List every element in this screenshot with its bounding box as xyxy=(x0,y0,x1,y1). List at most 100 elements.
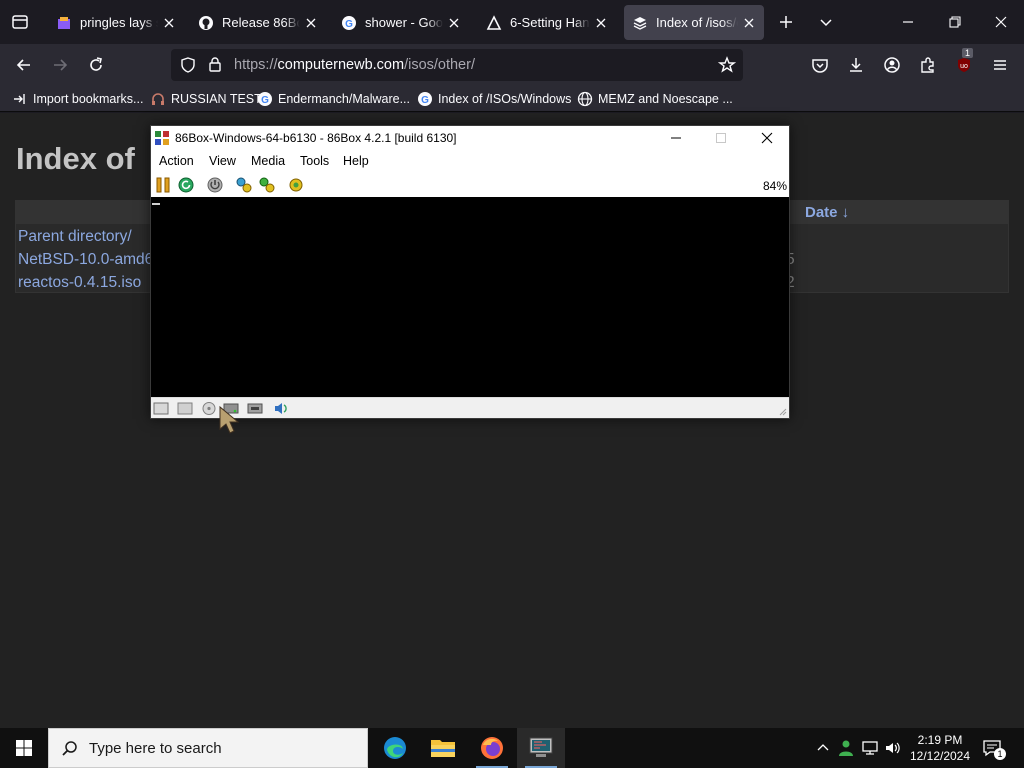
bookmark-import[interactable]: Import bookmarks... xyxy=(12,90,143,108)
86box-close-button[interactable] xyxy=(744,126,790,150)
menu-help[interactable]: Help xyxy=(343,154,369,168)
date-column-header[interactable]: Date ↓ xyxy=(805,204,849,221)
tab-bar: pringles lays stax Release 86Box 4.2.1 G… xyxy=(0,0,1024,44)
tray-network[interactable] xyxy=(860,738,880,758)
settings-icon[interactable] xyxy=(287,176,305,194)
network-icon[interactable] xyxy=(247,401,263,416)
close-tab-icon[interactable] xyxy=(594,16,608,30)
menu-tools[interactable]: Tools xyxy=(300,154,329,168)
bookmark-russian-test[interactable]: RUSSIAN TEST xyxy=(150,90,262,108)
account-button[interactable] xyxy=(878,51,906,79)
chevron-up-icon xyxy=(817,744,829,751)
minimize-icon xyxy=(903,21,913,23)
86box-maximize-button[interactable] xyxy=(698,126,744,150)
reset-icon[interactable] xyxy=(177,176,195,194)
menu-media[interactable]: Media xyxy=(251,154,285,168)
text-cursor xyxy=(152,203,160,205)
restore-window-button[interactable] xyxy=(941,8,969,36)
tab-86box-release[interactable]: Release 86Box 4.2.1 xyxy=(190,5,326,40)
firefox-view-button[interactable] xyxy=(6,8,34,36)
arrow-left-icon xyxy=(16,59,30,71)
taskbar-clock[interactable]: 2:19 PM 12/12/2024 xyxy=(906,732,974,764)
taskbar-file-explorer[interactable] xyxy=(419,728,467,768)
tab-google-shower[interactable]: G shower - Google Search xyxy=(333,5,469,40)
download-icon xyxy=(850,58,862,72)
tab-hand-sprite[interactable]: 6-Setting Hand Sprite xyxy=(478,5,616,40)
start-button[interactable] xyxy=(0,728,48,768)
tab-pringles[interactable]: pringles lays stax xyxy=(48,5,184,40)
shield-icon[interactable] xyxy=(180,57,196,73)
floppy-a-icon[interactable] xyxy=(153,401,169,416)
account-icon xyxy=(884,57,900,73)
tab-title: shower - Google Search xyxy=(365,15,443,30)
power-icon[interactable] xyxy=(206,176,224,194)
tab-title: Release 86Box 4.2.1 xyxy=(222,15,300,30)
star-icon[interactable] xyxy=(718,56,736,74)
search-placeholder: Type here to search xyxy=(89,740,222,757)
minimize-window-button[interactable] xyxy=(894,8,922,36)
tray-user-app[interactable] xyxy=(836,738,856,758)
resize-grip-icon[interactable] xyxy=(777,406,787,416)
list-all-tabs-button[interactable] xyxy=(812,8,840,36)
bookmark-endermanch[interactable]: G Endermanch/Malware... xyxy=(257,90,410,108)
show-hidden-icons-button[interactable] xyxy=(813,738,833,758)
close-tab-icon[interactable] xyxy=(162,16,176,30)
reload-button[interactable] xyxy=(82,51,110,79)
file-link-parent[interactable]: Parent directory/ xyxy=(18,228,132,246)
extension-badge: 1 xyxy=(962,48,974,58)
taskbar-86box[interactable] xyxy=(517,728,565,768)
file-link-reactos[interactable]: reactos-0.4.15.iso xyxy=(18,274,141,292)
ctrl-alt-del-icon[interactable] xyxy=(235,176,253,194)
puzzle-icon xyxy=(921,57,934,73)
url-text: https://computernewb.com/isos/other/ xyxy=(234,57,475,73)
pocket-button[interactable] xyxy=(806,51,834,79)
taskbar-edge[interactable] xyxy=(371,728,419,768)
emulator-screen[interactable] xyxy=(151,197,789,397)
minimize-icon xyxy=(671,137,681,139)
downloads-button[interactable] xyxy=(842,51,870,79)
taskbar-firefox[interactable] xyxy=(468,728,516,768)
tray-volume[interactable] xyxy=(883,738,903,758)
url-bar[interactable]: https://computernewb.com/isos/other/ xyxy=(171,49,743,81)
cdrom-icon[interactable] xyxy=(201,401,217,416)
extensions-button[interactable] xyxy=(914,51,942,79)
page-title: Index of xyxy=(16,141,135,176)
lock-icon[interactable] xyxy=(207,56,223,73)
close-tab-icon[interactable] xyxy=(447,16,461,30)
reload-icon xyxy=(90,57,102,71)
ublock-button[interactable]: uo 1 xyxy=(950,48,978,79)
sound-icon[interactable] xyxy=(273,401,289,416)
menu-action[interactable]: Action xyxy=(159,154,194,168)
close-icon xyxy=(995,16,1007,28)
file-link-netbsd[interactable]: NetBSD-10.0-amd6 xyxy=(18,251,153,269)
back-button[interactable] xyxy=(10,51,38,79)
86box-titlebar[interactable]: 86Box-Windows-64-b6130 - 86Box 4.2.1 [bu… xyxy=(151,126,789,150)
floppy-b-icon[interactable] xyxy=(177,401,193,416)
menu-view[interactable]: View xyxy=(209,154,236,168)
86box-minimize-button[interactable] xyxy=(653,126,699,150)
github-icon xyxy=(199,15,213,30)
forward-button[interactable] xyxy=(46,51,74,79)
bookmark-index-windows[interactable]: G Index of /ISOs/Windows xyxy=(417,90,571,108)
close-tab-icon[interactable] xyxy=(304,16,318,30)
tab-title: pringles lays stax xyxy=(80,15,158,30)
close-tab-icon[interactable] xyxy=(742,16,756,30)
tab-index-isos[interactable]: Index of /isos/other/ xyxy=(624,5,764,40)
person-icon xyxy=(839,740,853,756)
action-center-button[interactable]: 1 xyxy=(982,738,1006,760)
pause-icon[interactable] xyxy=(154,176,172,194)
zoom-level: 84% xyxy=(762,179,787,193)
new-tab-button[interactable] xyxy=(772,8,800,36)
86box-menubar: Action View Media Tools Help xyxy=(151,152,789,170)
close-window-button[interactable] xyxy=(987,8,1015,36)
network-monitor-icon xyxy=(862,741,878,755)
windows-logo-icon xyxy=(16,740,32,756)
ctrl-alt-esc-icon[interactable] xyxy=(258,176,276,194)
maximize-icon xyxy=(716,133,726,143)
search-icon xyxy=(62,741,77,756)
bookmark-memz[interactable]: MEMZ and Noescape ... xyxy=(577,90,733,108)
app-menu-button[interactable] xyxy=(986,51,1014,79)
taskbar-search-box[interactable]: Type here to search xyxy=(48,728,368,768)
svg-text:G: G xyxy=(261,95,269,106)
plus-icon xyxy=(780,16,792,28)
